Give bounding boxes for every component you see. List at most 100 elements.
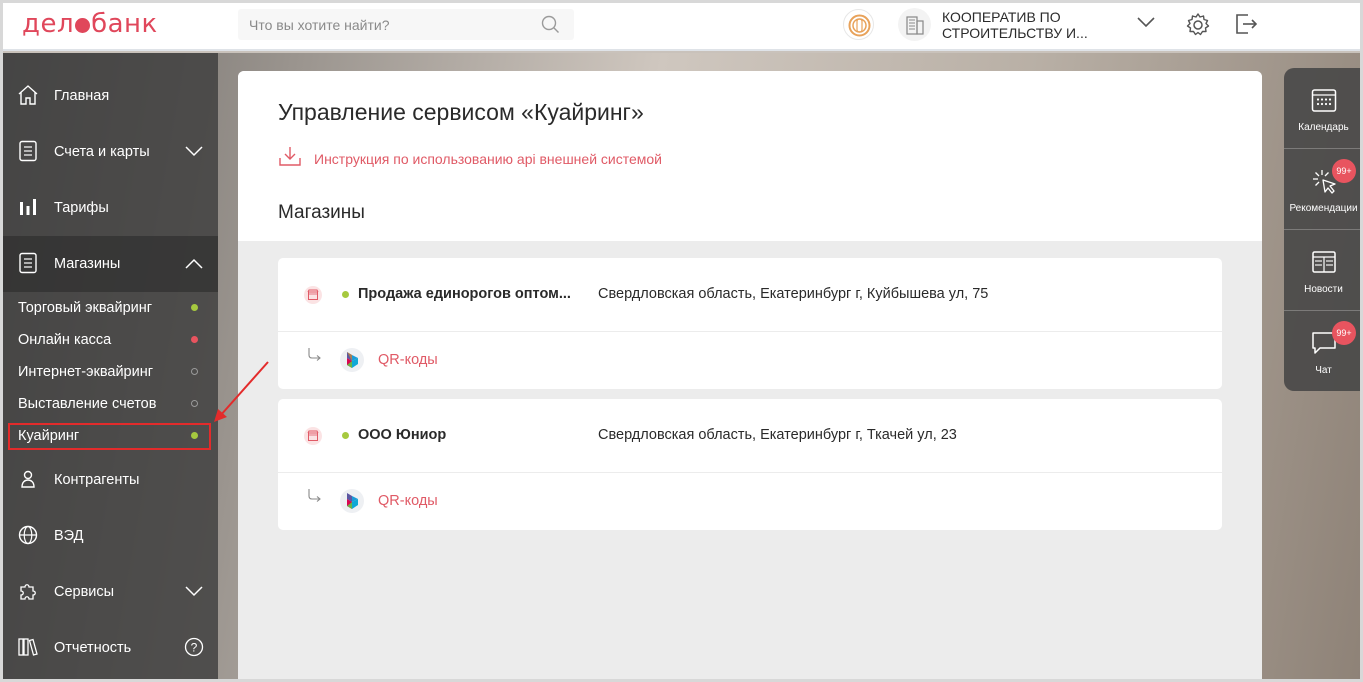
status-dot	[191, 400, 198, 407]
globe-icon	[17, 524, 39, 546]
qr-codes-link[interactable]: QR-коды	[278, 332, 1222, 389]
sidebar-item-ved[interactable]: ВЭД	[3, 508, 218, 564]
organization-name[interactable]: КООПЕРАТИВ ПО СТРОИТЕЛЬСТВУ И...	[942, 9, 1112, 41]
sidebar-subitem-qr-acquiring[interactable]: Куайринг	[18, 422, 208, 450]
calendar-label: Календарь	[1298, 122, 1349, 133]
puzzle-icon	[17, 580, 39, 602]
annotation-arrow	[214, 361, 269, 422]
sidebar-item-label: Счета и карты	[54, 144, 150, 160]
sidebar-item-label: Контрагенты	[54, 472, 140, 488]
sidebar-subitem-label: Торговый эквайринг	[18, 300, 153, 316]
store-row[interactable]: ООО Юниор Свердловская область, Екатерин…	[278, 399, 1222, 473]
sidebar-subitem-label: Онлайн касса	[18, 332, 112, 348]
section-title-stores: Магазины	[278, 202, 365, 223]
document-icon	[17, 140, 39, 162]
sidebar-item-accounts[interactable]: Счета и карты	[3, 124, 218, 180]
recommendations-button[interactable]: 99+ Рекомендации	[1284, 149, 1363, 230]
search-icon[interactable]	[541, 15, 560, 39]
logo-dot	[75, 18, 91, 33]
sidebar-subitem-label: Выставление счетов	[18, 396, 157, 412]
chevron-down-icon[interactable]	[185, 144, 203, 162]
news-label: Новости	[1304, 284, 1343, 295]
bar-chart-icon	[17, 196, 39, 218]
sidebar-item-home[interactable]: Главная	[3, 68, 218, 124]
store-icon	[304, 286, 322, 309]
calendar-button[interactable]: Календарь	[1284, 68, 1363, 149]
delobank-logo[interactable]: дел банк	[22, 9, 158, 39]
store-card: Продажа единорогов оптом... Свердловская…	[278, 258, 1222, 389]
sidebar-item-label: Главная	[54, 88, 110, 104]
logo-text-right: банк	[91, 9, 158, 39]
logout-icon[interactable]	[1234, 12, 1258, 41]
top-header: делбанк КООПЕРАТИВ ПО СТРОИТЕЛЬСТВУ И...	[0, 0, 1363, 51]
instruction-link-text: Инструкция по использованию api внешней …	[314, 150, 663, 167]
status-dot	[342, 291, 349, 298]
qr-codes-label: QR-коды	[378, 352, 438, 368]
sidebar-item-label: ВЭД	[54, 528, 84, 544]
qr-codes-label: QR-коды	[378, 493, 438, 509]
gear-icon[interactable]	[1185, 12, 1211, 43]
sidebar-subitem-invoicing[interactable]: Выставление счетов	[18, 390, 208, 418]
sidebar-item-counterparties[interactable]: Контрагенты	[3, 452, 218, 508]
sidebar-item-label: Отчетность	[54, 640, 132, 656]
org-name-line2: СТРОИТЕЛЬСТВУ И...	[942, 25, 1088, 41]
main-content: Управление сервисом «Куайринг» Инструкци…	[238, 71, 1262, 682]
sidebar-subitem-online-cashbox[interactable]: Онлайн касса	[18, 326, 208, 354]
sidebar-item-tariffs[interactable]: Тарифы	[3, 180, 218, 236]
sidebar-item-reporting[interactable]: Отчетность ?	[3, 620, 218, 676]
sidebar-subitem-trade-acquiring[interactable]: Торговый эквайринг	[18, 294, 208, 322]
chevron-down-icon[interactable]	[1136, 15, 1156, 33]
notification-badge: 99+	[1332, 159, 1356, 183]
store-address: Свердловская область, Екатеринбург г, Ку…	[598, 286, 989, 302]
help-icon[interactable]: ?	[184, 637, 204, 662]
sbp-logo-icon	[340, 348, 364, 372]
sidebar-item-stores[interactable]: Магазины	[3, 236, 218, 292]
coin-icon[interactable]	[843, 9, 874, 40]
org-name-line1: КООПЕРАТИВ ПО	[942, 9, 1061, 25]
document-icon	[17, 252, 39, 274]
main-header-panel: Управление сервисом «Куайринг» Инструкци…	[238, 71, 1262, 241]
search-box	[238, 9, 574, 40]
organization-building-icon[interactable]	[898, 8, 931, 41]
store-name: Продажа единорогов оптом...	[358, 286, 571, 302]
chat-label: Чат	[1315, 365, 1332, 376]
qr-codes-link[interactable]: QR-коды	[278, 473, 1222, 530]
sidebar-subitem-internet-acquiring[interactable]: Интернет-эквайринг	[18, 358, 208, 386]
store-icon	[304, 427, 322, 450]
person-icon	[17, 468, 39, 490]
status-dot	[342, 432, 349, 439]
recommendations-label: Рекомендации	[1289, 203, 1358, 214]
home-icon	[17, 84, 39, 106]
return-arrow-icon	[306, 487, 324, 510]
return-arrow-icon	[306, 346, 324, 369]
sidebar-subitem-label: Интернет-эквайринг	[18, 364, 154, 380]
store-address: Свердловская область, Екатеринбург г, Тк…	[598, 427, 957, 443]
sidebar-item-label: Магазины	[54, 256, 121, 272]
status-dot	[191, 432, 198, 439]
search-input[interactable]	[238, 9, 538, 40]
instruction-link[interactable]: Инструкция по использованию api внешней …	[278, 145, 662, 172]
status-dot	[191, 336, 198, 343]
store-row[interactable]: Продажа единорогов оптом... Свердловская…	[278, 258, 1222, 332]
page-title: Управление сервисом «Куайринг»	[278, 99, 644, 125]
books-icon	[17, 636, 39, 658]
store-name: ООО Юниор	[358, 427, 447, 443]
sidebar-item-label: Тарифы	[54, 200, 109, 216]
help-glyph: ?	[191, 641, 198, 655]
sbp-logo-icon	[340, 489, 364, 513]
chevron-down-icon[interactable]	[185, 584, 203, 602]
store-card: ООО Юниор Свердловская область, Екатерин…	[278, 399, 1222, 530]
sidebar: Главная Счета и карты Тарифы Магазины То…	[3, 53, 218, 682]
logo-text-left: дел	[22, 9, 75, 39]
status-dot	[191, 304, 198, 311]
sidebar-item-label: Сервисы	[54, 584, 115, 600]
news-button[interactable]: Новости	[1284, 230, 1363, 311]
sidebar-item-services[interactable]: Сервисы	[3, 564, 218, 620]
chevron-up-icon[interactable]	[185, 256, 203, 274]
download-icon	[278, 145, 302, 172]
right-quick-panel: Календарь 99+ Рекомендации Новости 99+ Ч…	[1284, 68, 1363, 391]
chat-button[interactable]: 99+ Чат	[1284, 311, 1363, 392]
sidebar-subitem-label: Куайринг	[18, 428, 80, 444]
notification-badge: 99+	[1332, 321, 1356, 345]
newspaper-icon	[1311, 249, 1337, 280]
